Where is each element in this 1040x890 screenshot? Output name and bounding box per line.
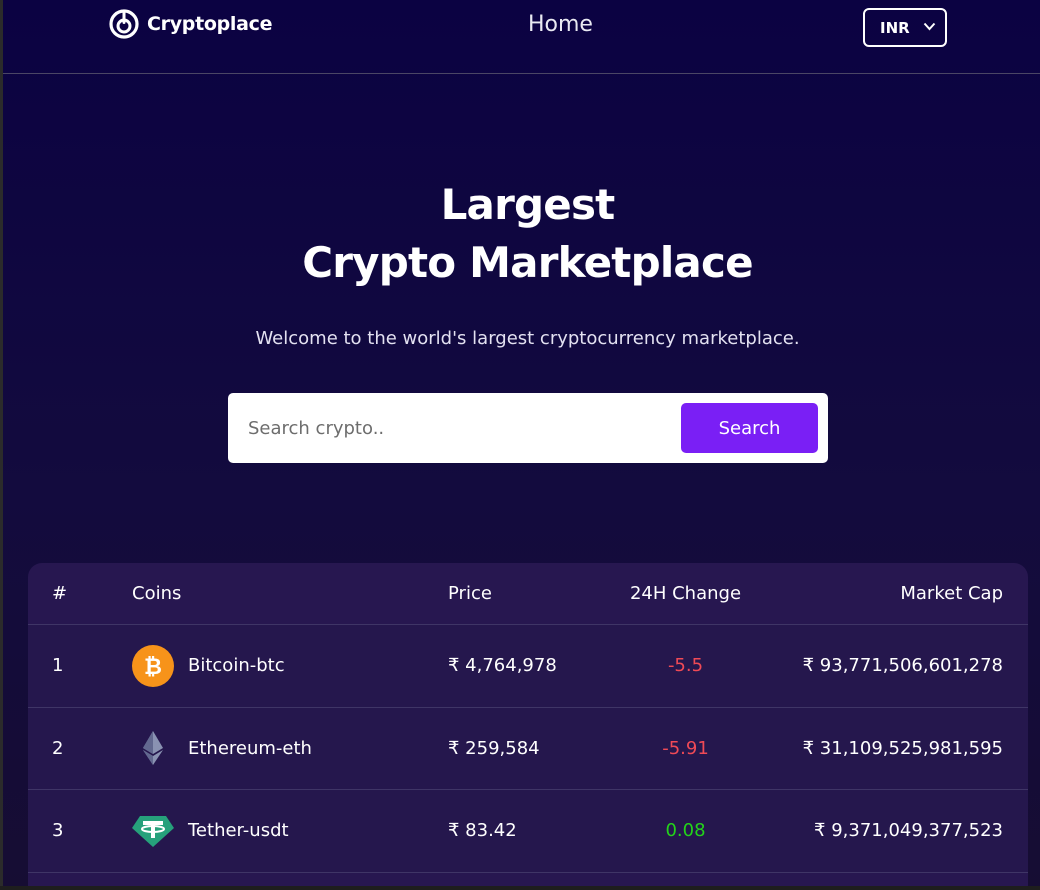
svg-text:₿: ₿ bbox=[144, 655, 162, 680]
hero-title-line1: Largest bbox=[440, 180, 616, 229]
row-rank: 1 bbox=[52, 655, 64, 677]
row-coin: ₿ Bitcoin-btc bbox=[132, 625, 285, 707]
currency-select[interactable]: INR bbox=[863, 8, 947, 47]
row-market-cap: ₹ 31,109,525,981,595 bbox=[802, 737, 1003, 759]
hero-title: Largest Crypto Marketplace bbox=[0, 176, 1040, 292]
row-coin-name: Tether-usdt bbox=[188, 820, 289, 842]
row-market-cap: ₹ 93,771,506,601,278 bbox=[802, 655, 1003, 677]
row-24h-change: -5.91 bbox=[662, 737, 709, 759]
header-rank: # bbox=[52, 583, 68, 604]
row-24h-change: -5.5 bbox=[667, 655, 704, 677]
brand-name: Cryptoplace bbox=[147, 13, 273, 35]
header-24h-change: 24H Change bbox=[629, 583, 742, 604]
table-row[interactable]: 1 ₿ Bitcoin-btc ₹ 4,764,978 -5.5 ₹ 93,77… bbox=[28, 625, 1028, 708]
row-24h-change: 0.08 bbox=[665, 820, 706, 842]
table-row[interactable]: 2 Ethereum-eth ₹ 259,584 -5.91 ₹ 31,109,… bbox=[28, 707, 1028, 790]
bitcoin-icon: ₿ bbox=[132, 644, 174, 687]
row-coin-name: Ethereum-eth bbox=[188, 737, 312, 759]
row-price: ₹ 4,764,978 bbox=[448, 655, 557, 677]
row-rank: 3 bbox=[52, 820, 64, 842]
header-price: Price bbox=[448, 583, 492, 604]
nav-link-home[interactable]: Home bbox=[528, 12, 593, 37]
crypto-table: # Coins Price 24H Change Market Cap 1 ₿ … bbox=[28, 563, 1028, 890]
navbar: Cryptoplace Home INR bbox=[3, 0, 1040, 74]
search-form: Search bbox=[228, 393, 828, 463]
row-market-cap: ₹ 9,371,049,377,523 bbox=[814, 820, 1003, 842]
taskbar-edge bbox=[0, 886, 1040, 890]
brand-logo[interactable]: Cryptoplace bbox=[108, 6, 273, 42]
chevron-down-icon bbox=[923, 22, 936, 31]
table-header: # Coins Price 24H Change Market Cap bbox=[28, 563, 1028, 625]
row-coin: Tether-usdt bbox=[132, 790, 289, 872]
hero-subtitle: Welcome to the world's largest cryptocur… bbox=[255, 328, 800, 349]
header-coins: Coins bbox=[132, 583, 182, 604]
row-price: ₹ 259,584 bbox=[448, 737, 540, 759]
row-price: ₹ 83.42 bbox=[448, 820, 517, 842]
power-logo-icon bbox=[109, 9, 139, 39]
window-frame-edge bbox=[0, 0, 3, 890]
header-market-cap: Market Cap bbox=[900, 583, 1003, 604]
search-input[interactable] bbox=[248, 411, 668, 445]
row-coin: Ethereum-eth bbox=[132, 708, 312, 790]
row-rank: 2 bbox=[52, 737, 64, 759]
row-coin-name: Bitcoin-btc bbox=[188, 655, 285, 677]
search-button[interactable]: Search bbox=[681, 403, 818, 453]
table-row[interactable]: 3 Tether-usdt ₹ 83.42 0.08 ₹ 9,371,049,3… bbox=[28, 790, 1028, 873]
ethereum-icon bbox=[132, 727, 174, 769]
currency-selected-value: INR bbox=[880, 18, 910, 37]
hero-title-line2: Crypto Marketplace bbox=[302, 238, 753, 287]
tether-icon bbox=[132, 810, 174, 852]
